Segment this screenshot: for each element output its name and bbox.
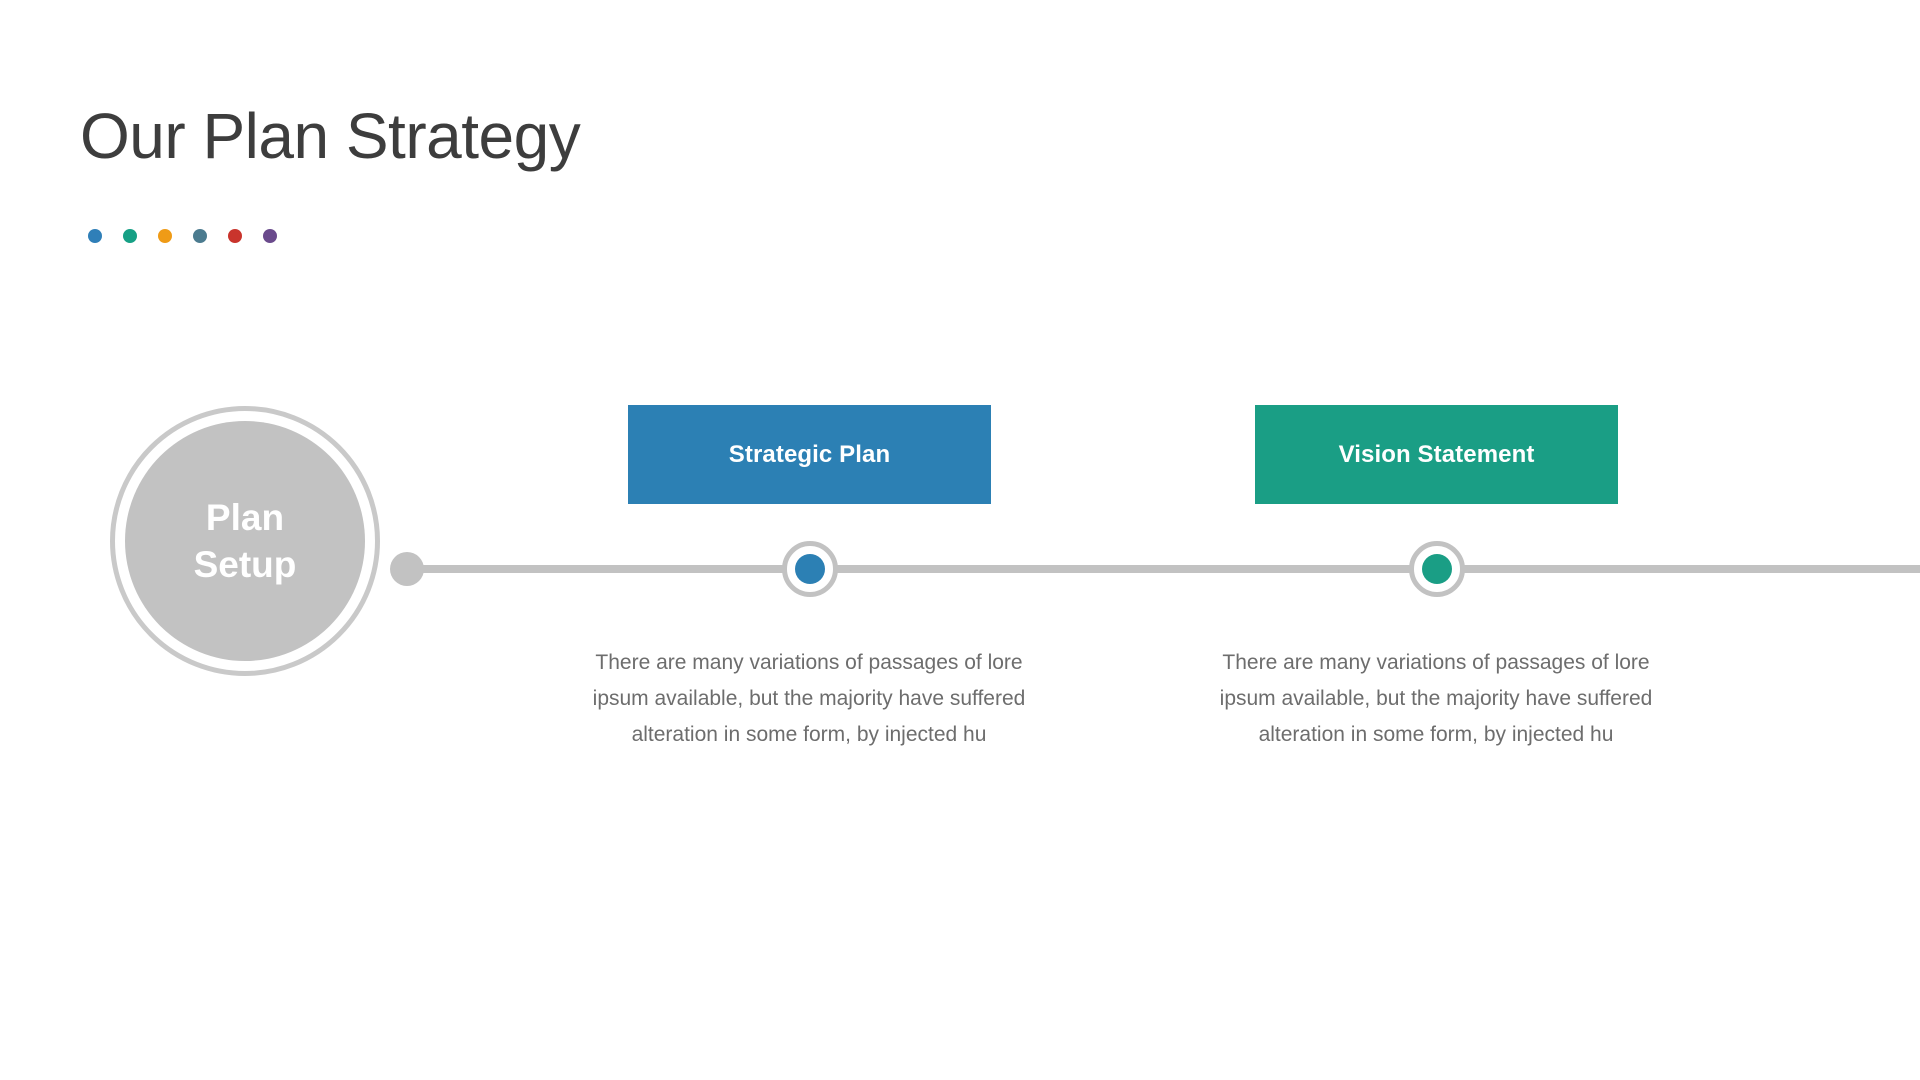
- accent-dot-green: [123, 229, 137, 243]
- accent-dot-row: [88, 229, 277, 243]
- step-box-vision-statement[interactable]: Vision Statement: [1255, 405, 1618, 504]
- timeline-marker-strategic-plan[interactable]: [782, 541, 838, 597]
- timeline-marker-inner-vision-statement: [1422, 554, 1452, 584]
- slide-canvas: Our Plan Strategy Plan Setup Strategic P…: [0, 0, 1920, 1080]
- plan-setup-label-line-2: Setup: [193, 544, 297, 585]
- step-description-vision-statement: There are many variations of passages of…: [1219, 651, 1653, 747]
- step-label-vision-statement: Vision Statement: [1338, 440, 1535, 468]
- accent-dot-orange: [158, 229, 172, 243]
- page-title: Our Plan Strategy: [80, 100, 581, 172]
- timeline-line: [398, 565, 1920, 573]
- timeline-start-dot: [390, 552, 424, 586]
- accent-dot-purple: [263, 229, 277, 243]
- timeline-marker-inner-strategic-plan: [795, 554, 825, 584]
- step-label-strategic-plan: Strategic Plan: [728, 440, 891, 468]
- plan-setup-label-line-1: Plan: [205, 496, 285, 538]
- plan-setup-circle-fill: Plan Setup: [125, 421, 365, 661]
- step-description-strategic-plan: There are many variations of passages of…: [592, 651, 1026, 747]
- plan-setup-circle[interactable]: Plan Setup: [110, 406, 380, 676]
- timeline-marker-vision-statement[interactable]: [1409, 541, 1465, 597]
- accent-dot-red: [228, 229, 242, 243]
- accent-dot-steel: [193, 229, 207, 243]
- step-box-strategic-plan[interactable]: Strategic Plan: [628, 405, 991, 504]
- accent-dot-blue: [88, 229, 102, 243]
